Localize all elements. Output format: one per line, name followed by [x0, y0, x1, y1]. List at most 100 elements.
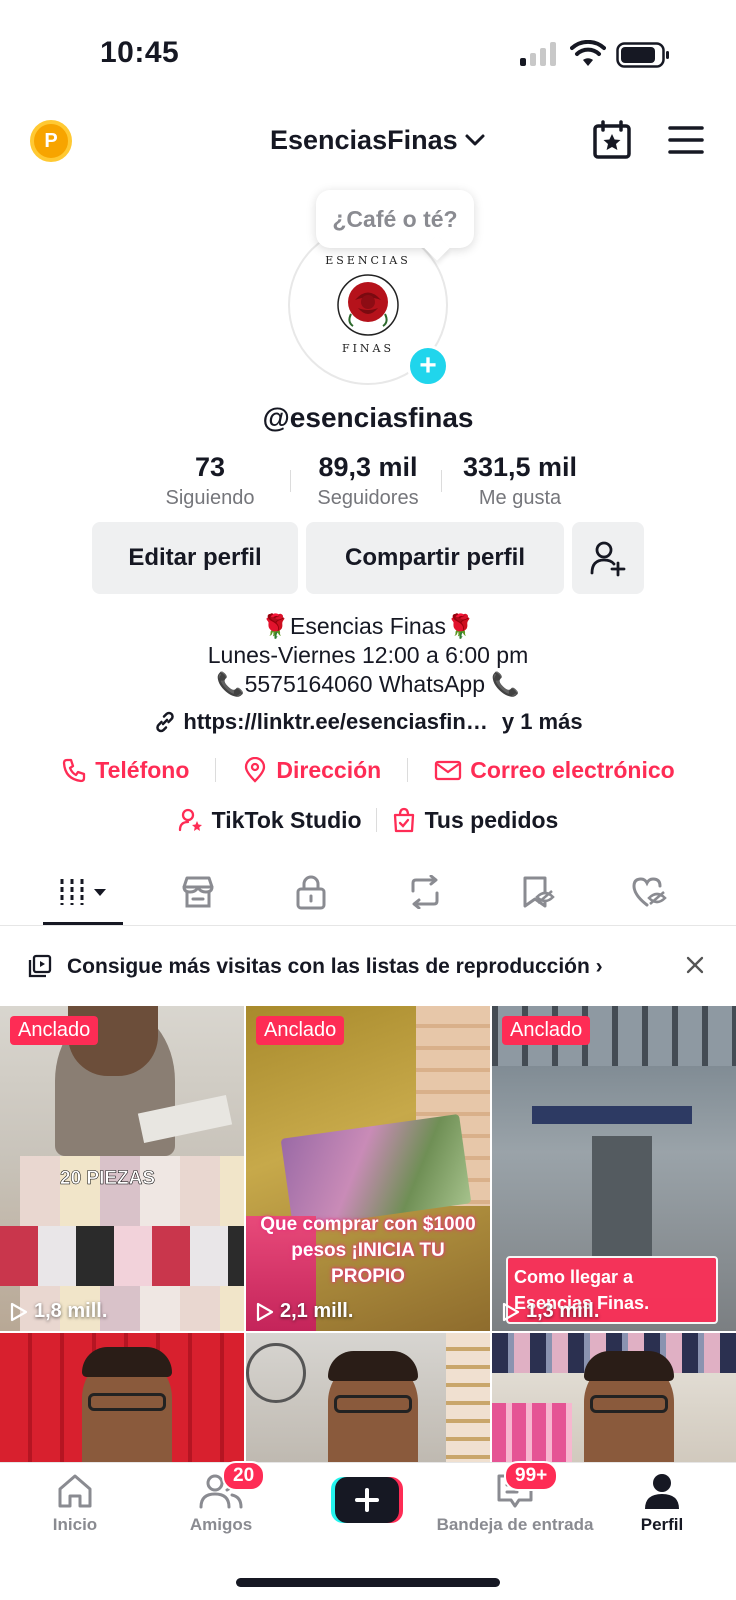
- bio-line: 📞5575164060 WhatsApp 📞: [215, 671, 521, 697]
- battery-icon: [616, 42, 669, 68]
- add-user-icon: [590, 541, 626, 577]
- glasses-image: [88, 1393, 166, 1411]
- menu-icon[interactable]: [668, 124, 704, 156]
- play-icon: [256, 1302, 274, 1321]
- phone-label: Teléfono: [95, 756, 190, 783]
- video-thumbnail[interactable]: [492, 1333, 736, 1462]
- bookmark-hidden-icon: [523, 876, 555, 908]
- phone-button[interactable]: Teléfono: [61, 757, 189, 784]
- playlist-promo-banner[interactable]: Consigue más visitas con las listas de r…: [0, 944, 736, 988]
- video-thumbnail[interactable]: 20 PIEZAS Anclado 1,8 mill.: [0, 1006, 244, 1331]
- play-icon: [10, 1302, 28, 1321]
- stat-following[interactable]: 73 Siguiendo: [155, 452, 265, 510]
- divider: [375, 808, 377, 832]
- divider: [407, 758, 409, 782]
- nav-label: Perfil: [640, 1515, 684, 1534]
- bio-link[interactable]: https://linktr.ee/esenciasfin… y 1 más: [0, 709, 736, 735]
- share-profile-button[interactable]: Compartir perfil: [306, 522, 564, 594]
- link-icon: [156, 711, 175, 733]
- playlist-icon: [28, 954, 52, 978]
- fan-image: [246, 1343, 306, 1403]
- chevron-down-icon: [465, 134, 485, 146]
- person-hair: [328, 1351, 418, 1381]
- nav-label: Inicio: [52, 1515, 98, 1534]
- nav-label: Bandeja de entrada: [436, 1515, 594, 1534]
- nav-label: Amigos: [189, 1515, 253, 1534]
- inbox-badge: 99+: [504, 1461, 559, 1491]
- glasses-image: [334, 1395, 412, 1413]
- tab-reposts[interactable]: [401, 872, 449, 912]
- email-button[interactable]: Correo electrónico: [434, 757, 675, 784]
- status-time: 10:45: [100, 36, 180, 69]
- video-thumbnail[interactable]: Como llegar a Esencias Finas. Anclado 1,…: [492, 1006, 736, 1331]
- link-more: y 1 más: [501, 709, 583, 734]
- video-grid: 20 PIEZAS Anclado 1,8 mill. Que comprar …: [0, 1006, 736, 1462]
- divider: [290, 470, 291, 492]
- stat-value: 73: [194, 452, 226, 482]
- calendar-star-icon[interactable]: [592, 120, 632, 160]
- add-story-button[interactable]: +: [407, 345, 449, 387]
- bio-line: Lunes-Viernes 12:00 a 6:00 pm: [207, 642, 529, 668]
- pinned-badge: Anclado: [256, 1016, 345, 1045]
- pinned-badge: Anclado: [502, 1016, 591, 1045]
- tiktok-studio-button[interactable]: TikTok Studio: [178, 807, 362, 834]
- nav-home[interactable]: Inicio: [0, 1471, 150, 1535]
- banner-text: Consigue más visitas con las listas de r…: [67, 955, 603, 978]
- tab-favorites[interactable]: [514, 872, 562, 912]
- creator-star-icon: [178, 808, 202, 832]
- station-sign-image: [532, 1106, 692, 1124]
- stat-label: Siguiendo: [165, 487, 255, 509]
- nav-friends[interactable]: Amigos: [146, 1471, 296, 1535]
- create-video-button[interactable]: [331, 1477, 403, 1523]
- view-count: 1,3 mill.: [502, 1300, 599, 1323]
- status-bar: 10:45: [0, 0, 736, 100]
- phone-icon: [63, 758, 86, 783]
- lock-icon: [296, 875, 326, 910]
- stat-value: 89,3 mil: [318, 452, 418, 482]
- username: @esenciasfinas: [262, 402, 474, 433]
- play-icon: [502, 1302, 520, 1321]
- link-url: https://linktr.ee/esenciasfin…: [183, 709, 488, 734]
- account-name: EsenciasFinas: [270, 124, 458, 155]
- account-switcher[interactable]: EsenciasFinas: [270, 120, 486, 160]
- orders-button[interactable]: Tus pedidos: [391, 806, 559, 834]
- video-thumbnail[interactable]: Que comprar con $1000 pesos ¡INICIA TU P…: [246, 1006, 490, 1331]
- video-caption: Que comprar con $1000 pesos ¡INICIA TU P…: [260, 1214, 476, 1287]
- add-friends-button[interactable]: [572, 522, 644, 594]
- location-pin-icon: [245, 757, 266, 783]
- tab-videos[interactable]: [58, 872, 114, 912]
- edit-profile-button[interactable]: Editar perfil: [92, 522, 298, 594]
- video-thumbnail[interactable]: [0, 1333, 244, 1462]
- person-hair: [82, 1347, 172, 1377]
- home-icon: [58, 1474, 92, 1508]
- nav-profile[interactable]: Perfil: [588, 1471, 736, 1535]
- tab-liked[interactable]: [626, 872, 674, 912]
- storefront-icon: [182, 876, 214, 908]
- coins-icon[interactable]: P: [30, 120, 72, 162]
- content-tabs: [0, 864, 736, 926]
- orders-label: Tus pedidos: [424, 806, 559, 833]
- stat-likes[interactable]: 331,5 mil Me gusta: [450, 452, 590, 510]
- view-count: 1,8 mill.: [10, 1300, 107, 1323]
- shelf-image: [446, 1333, 490, 1462]
- tiktok-studio-label: TikTok Studio: [211, 806, 362, 833]
- status-note-bubble[interactable]: ¿Café o té?: [316, 190, 474, 248]
- video-caption: 20 PIEZAS: [60, 1168, 156, 1190]
- tools-row: TikTok Studio Tus pedidos: [0, 802, 736, 838]
- repost-icon: [411, 875, 439, 909]
- mail-icon: [435, 760, 462, 781]
- close-icon[interactable]: [684, 954, 706, 976]
- active-tab-indicator: [43, 922, 123, 925]
- address-button[interactable]: Dirección: [242, 757, 381, 784]
- stat-label: Seguidores: [317, 487, 419, 509]
- video-thumbnail[interactable]: [246, 1333, 490, 1462]
- view-count: 2,1 mill.: [256, 1300, 353, 1323]
- wifi-icon: [570, 40, 606, 66]
- stat-followers[interactable]: 89,3 mil Seguidores: [300, 452, 436, 510]
- perfume-boxes-image: [0, 1226, 244, 1286]
- pinned-badge: Anclado: [10, 1016, 99, 1045]
- profile-icon: [645, 1474, 679, 1509]
- bio: 🌹Esencias Finas🌹 Lunes-Viernes 12:00 a 6…: [0, 612, 736, 699]
- tab-shop[interactable]: [174, 872, 222, 912]
- tab-private[interactable]: [287, 872, 335, 912]
